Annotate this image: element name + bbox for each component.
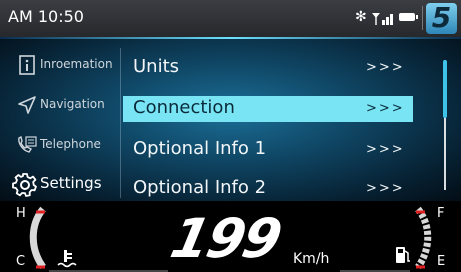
menu-item-label: Optional Info 1 — [133, 138, 267, 159]
menu-item-label: Optional Info 2 — [133, 177, 267, 198]
sidebar-item-navigation[interactable]: Navigation — [0, 86, 120, 124]
speed-readout: 199 — [165, 207, 286, 270]
fuel-empty-label: E — [437, 254, 446, 269]
menu-item-connection[interactable]: Connection >>> — [123, 96, 413, 122]
coolant-temperature-icon — [57, 250, 77, 268]
sidebar-item-telephone[interactable]: Telephone — [0, 126, 120, 164]
menu-item-label: Units — [133, 56, 180, 77]
sidebar-item-settings[interactable]: Settings — [0, 166, 120, 204]
signal-strength-icon — [372, 13, 393, 25]
sidebar-divider — [120, 48, 121, 198]
brand-logo-glyph: 5 — [431, 1, 452, 34]
menu-item-optional-info-2[interactable]: Optional Info 2 >>> — [123, 176, 413, 202]
bluetooth-icon: ✻ — [355, 9, 367, 25]
menu-item-optional-info-1[interactable]: Optional Info 1 >>> — [123, 137, 413, 163]
telephone-icon — [16, 134, 38, 156]
sidebar-item-label: Telephone — [40, 137, 101, 151]
gear-icon — [12, 172, 38, 198]
menu-item-label: Connection — [133, 97, 235, 118]
clock-time: AM 10:50 — [8, 7, 84, 26]
chevron-right-icon: >>> — [366, 60, 405, 75]
navigation-arrow-icon — [16, 94, 38, 116]
sidebar-item-label: Inroemation — [40, 57, 113, 71]
fuel-pump-icon — [396, 247, 410, 263]
battery-icon — [399, 13, 418, 21]
temperature-low-label: C — [16, 254, 26, 269]
scrollbar-thumb[interactable] — [443, 60, 447, 118]
brand-logo: 5 — [426, 1, 457, 34]
chevron-right-icon: >>> — [366, 142, 405, 157]
fuel-full-label: F — [437, 206, 445, 221]
speed-unit: Km/h — [293, 251, 330, 267]
status-divider — [422, 6, 423, 30]
menu-item-units[interactable]: Units >>> — [123, 55, 413, 81]
sidebar-item-label: Navigation — [40, 97, 105, 111]
info-icon — [16, 54, 38, 76]
status-bar: AM 10:50 ✻ 5 — [0, 0, 461, 37]
chevron-right-icon: >>> — [366, 181, 405, 196]
temperature-high-label: H — [16, 206, 26, 221]
chevron-right-icon: >>> — [366, 101, 405, 116]
sidebar-item-information[interactable]: Inroemation — [0, 46, 120, 84]
sidebar-item-label: Settings — [40, 174, 102, 192]
